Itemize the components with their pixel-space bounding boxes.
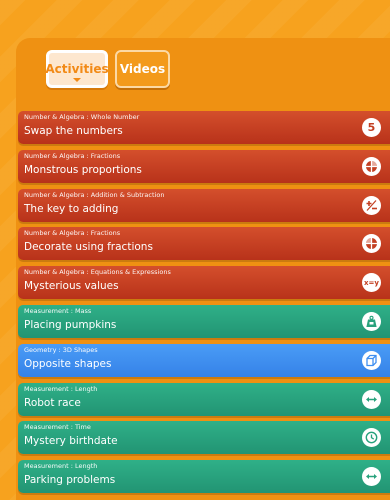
activity-category: Number & Algebra : Whole Number <box>24 113 140 121</box>
weight-icon <box>362 311 381 331</box>
activity-card[interactable]: Measurement : Length Robot race <box>18 382 390 416</box>
activity-category: Number & Algebra : Equations & Expressio… <box>24 268 171 277</box>
activity-category: Geometry : 3D Shapes <box>24 345 98 354</box>
activity-card[interactable]: Measurement : Mass Placing pumpkins <box>18 304 390 338</box>
caret-down-icon <box>73 78 81 82</box>
tab-videos-label: Videos <box>119 62 166 76</box>
activity-card[interactable]: Number & Algebra : Fractions Monstrous p… <box>18 149 390 183</box>
activity-title: Opposite shapes <box>24 357 112 370</box>
activity-title: Mystery birthdate <box>24 435 118 448</box>
tab-videos[interactable]: Videos <box>115 50 170 88</box>
activity-card[interactable]: Number & Algebra : Addition & Subtractio… <box>18 188 390 222</box>
activity-card[interactable]: Geometry : 3D Shapes Opposite shapes <box>18 343 390 377</box>
activity-title: The key to adding <box>24 202 119 215</box>
activity-category: Number & Algebra : Fractions <box>24 229 121 238</box>
activity-title: Decorate using fractions <box>24 241 153 254</box>
activity-category: Measurement : Mass <box>24 306 92 315</box>
activity-card[interactable]: Number & Algebra : Whole Number Swap the… <box>18 111 390 144</box>
activity-card[interactable]: Number & Algebra : Equations & Expressio… <box>18 266 390 300</box>
activity-card[interactable]: Number & Algebra : Fractions Decorate us… <box>18 227 390 261</box>
activity-category: Measurement : Length <box>24 462 98 471</box>
activity-category: Number & Algebra : Fractions <box>24 151 121 160</box>
activity-category: Measurement : Time <box>24 423 91 432</box>
cube-icon <box>362 350 381 370</box>
number-five-icon: 5 <box>362 118 381 137</box>
tab-activities-label: Activities <box>45 62 109 76</box>
activity-card[interactable]: Measurement : Time Mystery birthdate <box>18 421 390 455</box>
activity-title: Parking problems <box>24 474 116 487</box>
activity-category: Number & Algebra : Addition & Subtractio… <box>24 190 165 199</box>
fraction-circle-icon <box>362 156 381 176</box>
activity-title: Mysterious values <box>24 280 119 293</box>
activity-category: Measurement : Length <box>24 384 98 393</box>
activity-title: Placing pumpkins <box>24 318 117 331</box>
activity-title: Robot race <box>24 396 81 409</box>
activity-title: Monstrous proportions <box>24 163 142 176</box>
activity-title: Swap the numbers <box>24 125 123 137</box>
plus-minus-icon <box>362 195 381 215</box>
tab-activities[interactable]: Activities <box>45 50 109 88</box>
tab-bar: Activities Videos <box>45 50 170 88</box>
activity-list: Number & Algebra : Whole Number Swap the… <box>18 111 390 499</box>
ruler-arrow-icon <box>362 389 381 409</box>
activity-card[interactable]: Measurement : Length Parking problems <box>18 460 390 494</box>
